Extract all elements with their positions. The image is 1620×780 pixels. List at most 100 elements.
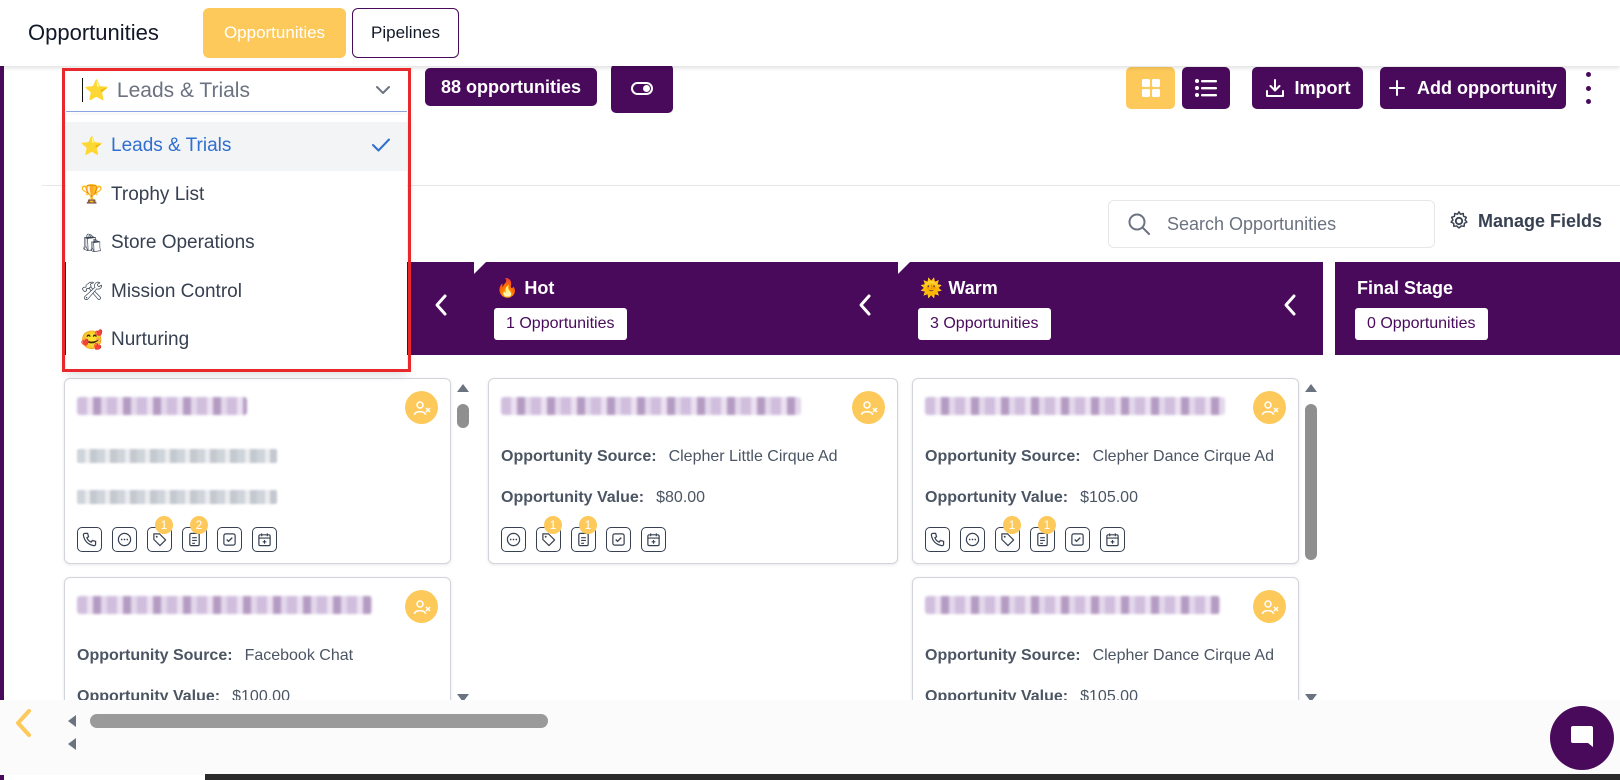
chevron-down-icon (376, 86, 390, 94)
task-icon[interactable] (217, 527, 242, 552)
calendar-add-icon[interactable] (252, 527, 277, 552)
opportunity-source: Facebook Chat (244, 647, 354, 664)
opportunity-card[interactable]: Opportunity Source: Clepher Dance Cirque … (912, 577, 1299, 707)
card-actions: 1 2 (77, 516, 277, 552)
task-icon[interactable] (606, 527, 631, 552)
grid-view-button[interactable] (1126, 67, 1175, 109)
chevron-left-icon[interactable] (858, 292, 872, 318)
list-icon (1195, 79, 1217, 97)
collapse-sidebar-button[interactable] (0, 700, 46, 746)
card-source-row: Opportunity Source: Clepher Dance Cirque … (925, 647, 1274, 664)
dropdown-item-nurturing[interactable]: 🥰 Nurturing (66, 316, 407, 365)
note-icon[interactable]: 2 (182, 516, 208, 552)
tag-count-badge: 1 (544, 516, 562, 534)
tab-pipelines[interactable]: Pipelines (352, 8, 459, 58)
scroll-thumb[interactable] (1305, 404, 1317, 560)
tag-icon[interactable]: 1 (147, 516, 173, 552)
stage-header-warm: 🌞 Warm 3 Opportunities (898, 262, 1323, 355)
note-icon[interactable]: 1 (1030, 516, 1056, 552)
tag-count-badge: 1 (1003, 516, 1021, 534)
search-input[interactable]: Search Opportunities (1108, 200, 1435, 248)
top-bar: Opportunities Opportunities Pipelines (0, 0, 1620, 66)
bottom-area (0, 700, 1620, 775)
note-count-badge: 1 (579, 516, 597, 534)
tag-icon[interactable]: 1 (995, 516, 1021, 552)
search-icon (1128, 213, 1150, 235)
search-placeholder: Search Opportunities (1167, 213, 1337, 234)
scroll-thumb[interactable] (457, 404, 469, 428)
card-source-row: Opportunity Source: Facebook Chat (77, 647, 354, 664)
dropdown-item-trophy-list[interactable]: 🏆 Trophy List (66, 171, 407, 220)
opportunity-source: Clepher Dance Cirque Ad (1092, 448, 1274, 465)
chevron-left-icon[interactable] (1283, 292, 1297, 318)
bottom-strip (205, 774, 1620, 780)
list-view-button[interactable] (1182, 67, 1230, 109)
stage-header-hot: 🔥 Hot 1 Opportunities (474, 262, 898, 355)
toggle-button[interactable] (611, 64, 673, 113)
tab-opportunities[interactable]: Opportunities (203, 8, 346, 58)
opportunity-value: $105.00 (1080, 489, 1138, 506)
tools-icon: 🛠 (80, 281, 104, 302)
chat-widget-button[interactable] (1550, 706, 1614, 770)
gear-icon (1450, 211, 1468, 229)
checkmark-icon (372, 138, 390, 152)
stage-count-badge: 1 Opportunities (494, 308, 627, 340)
task-icon[interactable] (1065, 527, 1090, 552)
horizontal-scroll-thumb[interactable] (90, 714, 548, 728)
smiling-face-icon: 🥰 (80, 329, 104, 350)
dropdown-item-label: Leads & Trials (111, 135, 232, 157)
trophy-icon: 🏆 (80, 184, 104, 205)
unassigned-user-icon[interactable] (405, 590, 438, 623)
pipeline-select-value: Leads & Trials (116, 78, 250, 102)
card-actions: 1 1 (925, 516, 1125, 552)
unassigned-user-icon[interactable] (1253, 391, 1286, 424)
add-opportunity-button[interactable]: Add opportunity (1380, 67, 1566, 109)
note-count-badge: 1 (1038, 516, 1056, 534)
col1-scrollbar[interactable] (455, 382, 471, 704)
opportunity-card[interactable]: Opportunity Source: Clepher Little Cirque… (488, 378, 898, 564)
tag-count-badge: 1 (155, 516, 173, 534)
dropdown-item-mission-control[interactable]: 🛠 Mission Control (66, 268, 407, 317)
grid-icon (1141, 79, 1160, 97)
card-value-row: Opportunity Value: $80.00 (501, 489, 706, 506)
scroll-left-arrow[interactable] (68, 738, 76, 750)
manage-fields-button[interactable]: Manage Fields (1448, 210, 1602, 232)
import-button[interactable]: Import (1252, 67, 1363, 109)
dropdown-item-store-operations[interactable]: 🛍 Store Operations (66, 219, 407, 268)
note-icon[interactable]: 1 (571, 516, 597, 552)
app-root: Opportunities Opportunities Pipelines 88… (0, 0, 1620, 780)
unassigned-user-icon[interactable] (405, 391, 438, 424)
chat-icon[interactable] (501, 527, 526, 552)
unassigned-user-icon[interactable] (852, 391, 885, 424)
opportunity-card[interactable]: Opportunity Source: Facebook Chat Opportu… (64, 577, 451, 707)
download-icon (1265, 79, 1284, 97)
phone-icon[interactable] (77, 527, 102, 552)
phone-icon[interactable] (925, 527, 950, 552)
shopping-bag-icon: 🛍 (80, 232, 104, 253)
card-title-blurred (925, 397, 1225, 415)
warm-scrollbar[interactable] (1303, 382, 1319, 704)
pipeline-select[interactable]: ⭐ Leads & Trials (66, 70, 407, 112)
calendar-add-icon[interactable] (1100, 527, 1125, 552)
dropdown-item-label: Store Operations (111, 232, 255, 254)
blurred-value (77, 490, 277, 504)
opportunity-card[interactable]: 1 2 (64, 378, 451, 564)
chevron-left-icon[interactable] (434, 292, 448, 318)
chat-icon[interactable] (960, 527, 985, 552)
chat-icon[interactable] (112, 527, 137, 552)
calendar-add-icon[interactable] (641, 527, 666, 552)
dropdown-item-label: Mission Control (111, 280, 242, 302)
scroll-left-arrow[interactable] (68, 715, 76, 727)
tag-icon[interactable]: 1 (536, 516, 562, 552)
left-border (0, 0, 4, 780)
add-opportunity-label: Add opportunity (1417, 77, 1557, 98)
stage-count-badge: 3 Opportunities (918, 308, 1051, 340)
card-source-row: Opportunity Source: Clepher Little Cirque… (501, 448, 838, 465)
stage-count-badge: 0 Opportunities (1355, 308, 1488, 340)
card-title-blurred (77, 397, 247, 415)
more-options-icon[interactable] (1582, 72, 1594, 104)
stage-title: 🔥 Hot (496, 278, 555, 298)
opportunity-card[interactable]: Opportunity Source: Clepher Dance Cirque … (912, 378, 1299, 564)
unassigned-user-icon[interactable] (1253, 590, 1286, 623)
dropdown-item-leads-trials[interactable]: ⭐ Leads & Trials (66, 122, 407, 171)
